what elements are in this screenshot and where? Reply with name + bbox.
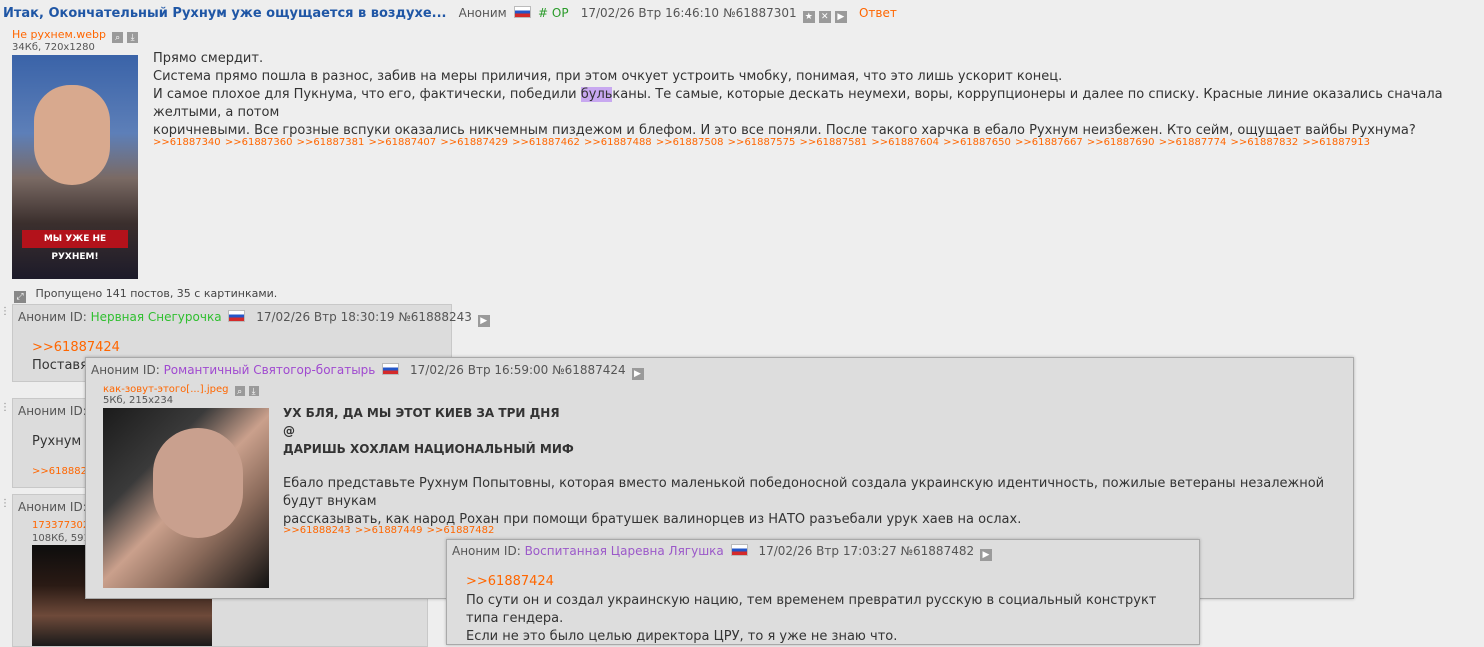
star-icon[interactable]: ★ [802, 11, 815, 23]
flag-icon [513, 6, 531, 18]
popup1-file-header: как-зовут-этого[...].jpeg ⌕ ⤓ [103, 381, 261, 397]
popup2-name: Аноним ID: [452, 544, 521, 558]
popup2-number[interactable]: №61887482 [901, 544, 975, 558]
post1-date: 17/02/26 Втр 18:30:19 [256, 310, 395, 324]
flag-icon [228, 310, 246, 322]
op-thumbnail[interactable]: МЫ УЖЕ НЕ РУХНЕМ! [12, 55, 138, 279]
post-dots: ⋮ [0, 498, 10, 509]
post3-name: Аноним ID: [18, 500, 87, 514]
post1-name: Аноним ID: [18, 310, 87, 324]
reply-link[interactable]: Ответ [859, 6, 897, 20]
popup1-name: Аноним ID: [91, 363, 160, 377]
flag-icon [382, 363, 400, 375]
download-icon[interactable]: ⤓ [127, 32, 139, 43]
popup1-caps-2: @ [283, 424, 295, 438]
search-icon[interactable]: ⌕ [112, 32, 124, 43]
hide-icon[interactable]: ✕ [818, 11, 831, 23]
popup1-text-line-1: Ебало представьте Рухнум Попытовны, кото… [283, 476, 1325, 509]
op-line-1: Прямо смердит. [153, 51, 264, 66]
preview-popup-2: Аноним ID: Воспитанная Царевна Лягушка 1… [446, 539, 1200, 645]
post1-quote-link[interactable]: >>61887424 [32, 340, 120, 355]
popup1-caps-1: УХ БЛЯ, ДА МЫ ЭТОТ КИЕВ ЗА ТРИ ДНЯ [283, 406, 560, 420]
op-highlight: буль [580, 87, 613, 102]
search-icon[interactable]: ⌕ [234, 386, 245, 397]
expand-icon[interactable]: ⤢ [14, 291, 26, 303]
popup1-file-info: 5Кб, 215x234 [103, 395, 174, 406]
op-file-header: Не рухнем.webp ⌕ ⤓ [12, 27, 140, 43]
op-line-3a: И самое плохое для Пукнума, что его, фак… [153, 87, 581, 102]
op-file-link[interactable]: Не рухнем.webp [12, 28, 106, 41]
play-icon[interactable]: ▶ [631, 368, 644, 380]
face-shape [153, 428, 243, 538]
popup2-quote-link[interactable]: >>61887424 [466, 574, 554, 589]
popup2-header: Аноним ID: Воспитанная Царевна Лягушка 1… [452, 544, 994, 561]
post2-name: Аноним ID: [18, 404, 87, 418]
popup1-replies[interactable]: >>61888243 >>61887449 >>61887482 [283, 525, 494, 536]
post1-id: Нервная Снегурочка [90, 310, 222, 324]
op-file-info: 34Кб, 720x1280 [12, 42, 95, 53]
post-date: 17/02/26 Втр 16:46:10 [580, 6, 719, 20]
op-message: Прямо смердит. Система прямо пошла в раз… [153, 50, 1473, 140]
play-icon[interactable]: ▶ [477, 315, 490, 327]
post-number[interactable]: №61887301 [723, 6, 797, 20]
popup2-text: По сути он и создал украинскую нацию, те… [466, 592, 1191, 646]
op-tag: # OP [538, 6, 569, 20]
popup1-date: 17/02/26 Втр 16:59:00 [410, 363, 549, 377]
popup1-file-link[interactable]: как-зовут-этого[...].jpeg [103, 384, 228, 395]
popup1-caps-3: ДАРИШЬ ХОХЛАМ НАЦИОНАЛЬНЫЙ МИФ [283, 442, 574, 456]
poster-name: Аноним [458, 6, 507, 20]
popup1-thumbnail[interactable] [103, 408, 269, 588]
op-header: Итак, Окончательный Рухнум уже ощущается… [3, 6, 897, 23]
thread-subject: Итак, Окончательный Рухнум уже ощущается… [3, 6, 447, 21]
face-shape [34, 85, 110, 185]
play-icon[interactable]: ▶ [979, 549, 992, 561]
download-icon[interactable]: ⤓ [248, 386, 259, 397]
post2-text: Рухнум у [32, 434, 94, 449]
popup2-date: 17/02/26 Втр 17:03:27 [758, 544, 897, 558]
post1-number[interactable]: №61888243 [398, 310, 472, 324]
post1-header: Аноним ID: Нервная Снегурочка 17/02/26 В… [18, 310, 492, 327]
omitted-text: Пропущено 141 постов, 35 с картинками. [35, 287, 278, 300]
omitted-notice: ⤢ Пропущено 141 постов, 35 с картинками. [12, 287, 277, 303]
popup1-header: Аноним ID: Романтичный Святогор-богатырь… [91, 363, 646, 380]
popup2-text-line-1: По сути он и создал украинскую нацию, те… [466, 593, 1157, 626]
play-icon[interactable]: ▶ [834, 11, 847, 23]
post-dots: ⋮ [0, 402, 10, 413]
popup1-number[interactable]: №61887424 [552, 363, 626, 377]
popup1-text: Ебало представьте Рухнум Попытовны, кото… [283, 475, 1343, 529]
op-replies[interactable]: >>61887340 >>61887360 >>61887381 >>61887… [153, 137, 1370, 148]
popup1-id: Романтичный Святогор-богатырь [163, 363, 376, 377]
image-caption: МЫ УЖЕ НЕ РУХНЕМ! [22, 230, 128, 262]
flag-icon [730, 544, 748, 556]
op-line-3: И самое плохое для Пукнума, что его, фак… [153, 86, 1473, 122]
post-dots: ⋮ [0, 306, 10, 317]
popup2-text-line-2: Если не это было целью директора ЦРУ, то… [466, 629, 898, 644]
op-line-2: Система прямо пошла в разнос, забив на м… [153, 69, 1063, 84]
popup2-id: Воспитанная Царевна Лягушка [524, 544, 724, 558]
